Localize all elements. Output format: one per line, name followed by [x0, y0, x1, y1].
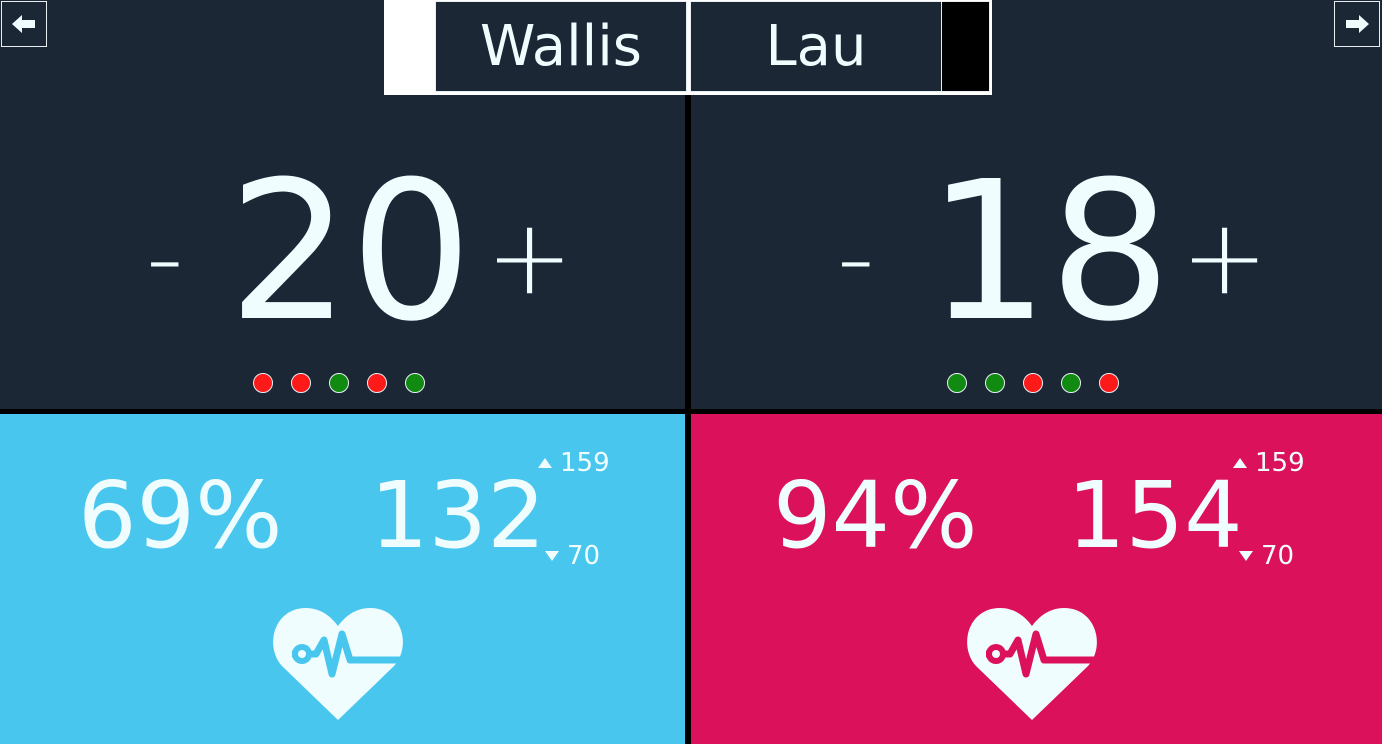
vitals-panel-player-1: 69% 132 159 70	[0, 414, 685, 744]
min-value: 70	[1261, 541, 1295, 571]
score-value: 18	[927, 141, 1172, 364]
result-dot	[329, 373, 349, 393]
result-dot	[405, 373, 425, 393]
heart-rate-icon	[967, 608, 1106, 720]
vitals-panel-player-2: 94% 154 159 70	[691, 414, 1382, 744]
heart-rate-icon	[273, 608, 412, 720]
triangle-up-icon	[1233, 458, 1247, 468]
result-dot	[291, 373, 311, 393]
result-dot	[947, 373, 967, 393]
result-dots	[253, 373, 425, 393]
player-name: Lau	[765, 14, 867, 79]
score-panel-player-2: - 18 +	[691, 95, 1382, 409]
heart-rate-max: 159	[538, 448, 610, 478]
score-value: 20	[228, 141, 473, 364]
heart-rate-value: 132	[370, 462, 546, 569]
increment-score-button[interactable]: +	[1181, 205, 1268, 309]
result-dot	[253, 373, 273, 393]
result-dot	[1099, 373, 1119, 393]
result-dot	[985, 373, 1005, 393]
heart-rate-max: 159	[1233, 448, 1305, 478]
score-panel-player-1: - 20 +	[0, 95, 685, 409]
result-dots	[947, 373, 1119, 393]
tab-bar-end	[941, 1, 990, 92]
min-value: 70	[567, 541, 601, 571]
max-value: 159	[560, 448, 610, 478]
max-value: 159	[1255, 448, 1305, 478]
effort-percent: 69%	[78, 462, 283, 569]
result-dot	[1061, 373, 1081, 393]
triangle-down-icon	[1239, 551, 1253, 561]
heart-rate-min: 70	[545, 541, 600, 571]
heart-rate-min: 70	[1239, 541, 1294, 571]
increment-score-button[interactable]: +	[486, 205, 573, 309]
result-dot	[1023, 373, 1043, 393]
previous-button[interactable]	[1, 1, 47, 47]
arrow-left-icon	[12, 15, 35, 33]
arrow-right-icon	[1346, 15, 1369, 33]
heart-rate-value: 154	[1067, 462, 1243, 569]
decrement-score-button[interactable]: -	[146, 205, 184, 309]
result-dot	[367, 373, 387, 393]
tab-player-1[interactable]: Wallis	[435, 1, 687, 92]
triangle-up-icon	[538, 458, 552, 468]
player-name: Wallis	[480, 14, 642, 79]
decrement-score-button[interactable]: -	[837, 205, 875, 309]
triangle-down-icon	[545, 551, 559, 561]
tab-player-2[interactable]: Lau	[690, 1, 942, 92]
next-button[interactable]	[1334, 1, 1380, 47]
effort-percent: 94%	[773, 462, 978, 569]
